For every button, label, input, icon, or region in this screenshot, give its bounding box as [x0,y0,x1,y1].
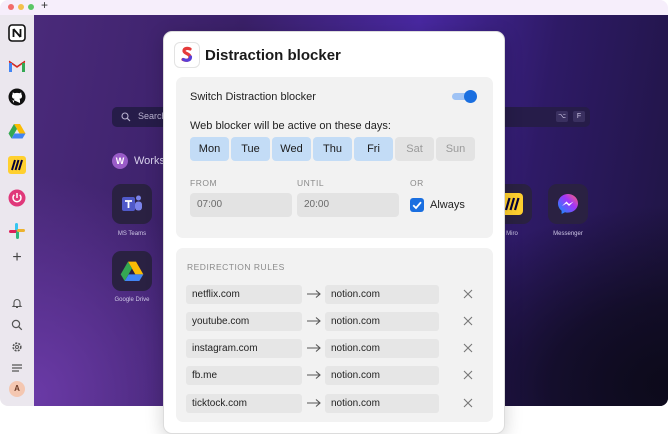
workspace-badge: W [112,153,128,169]
delete-rule-icon[interactable] [462,369,474,381]
day-toggle-tue[interactable]: Tue [231,137,270,161]
app-tile-messenger[interactable] [548,184,588,224]
always-label: Always [430,199,465,211]
rule-target-field[interactable]: notion.com [325,394,439,413]
until-label: UNTIL [297,178,325,188]
workspace-label: Works [134,155,165,167]
app-tile-teams[interactable] [112,184,152,224]
blocker-toggle[interactable] [452,90,477,103]
bell-icon[interactable] [10,296,24,310]
arrow-right-icon [307,344,321,352]
app-label-teams: MS Teams [117,231,147,237]
day-toggle-wed[interactable]: Wed [272,137,311,161]
day-toggle-sun[interactable]: Sun [436,137,475,161]
arrow-right-icon [307,371,321,379]
days-label: Web blocker will be active on these days… [190,120,391,132]
delete-rule-icon[interactable] [462,315,474,327]
distraction-blocker-dialog: Distraction blocker Switch Distraction b… [163,31,505,434]
dialog-title: Distraction blocker [205,47,341,64]
from-time-field[interactable]: 07:00 [190,193,292,217]
minimize-window-button[interactable] [18,4,24,10]
new-tab-button[interactable]: + [41,0,48,12]
sidebar: + A [0,15,34,406]
gmail-icon[interactable] [7,56,27,76]
google-drive-icon[interactable] [7,121,27,141]
arrow-right-icon [307,399,321,407]
google-drive-icon [120,261,144,281]
app-label-messenger: Messenger [553,231,583,237]
rule-source-field[interactable]: instagram.com [186,339,302,358]
rule-source-field[interactable]: netflix.com [186,285,302,304]
close-window-button[interactable] [8,4,14,10]
search-icon [121,112,131,122]
avatar[interactable]: A [9,381,25,397]
miro-icon[interactable] [7,155,27,175]
rule-source-field[interactable]: ticktock.com [186,394,302,413]
day-toggle-thu[interactable]: Thu [313,137,352,161]
day-toggle-fri[interactable]: Fri [354,137,393,161]
title-bar: + [0,0,668,15]
settings-icon[interactable] [10,340,24,354]
list-icon[interactable] [10,361,24,375]
app-tile-google-drive[interactable] [112,251,152,291]
until-time-field[interactable]: 20:00 [297,193,399,217]
checkmark-icon [412,201,422,210]
rule-target-field[interactable]: notion.com [325,339,439,358]
or-label: OR [410,178,424,188]
rules-header: REDIRECTION RULES [187,262,285,272]
app-logo [174,42,200,68]
rule-target-field[interactable]: notion.com [325,366,439,385]
rule-target-field[interactable]: notion.com [325,312,439,331]
always-checkbox[interactable] [410,198,424,212]
day-toggle-sat[interactable]: Sat [395,137,434,161]
plus-icon[interactable]: + [10,249,24,266]
day-toggle-mon[interactable]: Mon [190,137,229,161]
delete-rule-icon[interactable] [462,342,474,354]
rule-target-field[interactable]: notion.com [325,285,439,304]
schedule-panel: Switch Distraction blocker Web blocker w… [176,77,493,238]
power-icon[interactable] [7,188,27,208]
delete-rule-icon[interactable] [462,288,474,300]
maximize-window-button[interactable] [28,4,34,10]
arrow-right-icon [307,290,321,298]
redirection-rules-panel: REDIRECTION RULES netflix.com notion.com… [176,248,493,422]
github-icon[interactable] [7,87,27,107]
shortcut-key-f: F [573,111,585,122]
rule-source-field[interactable]: youtube.com [186,312,302,331]
shortcut-key-option: ⌥ [556,111,568,122]
rule-source-field[interactable]: fb.me [186,366,302,385]
app-label-google-drive: Google Drive [114,297,150,303]
search-icon[interactable] [10,318,24,332]
teams-icon [122,195,142,211]
toggle-knob [464,90,477,103]
delete-rule-icon[interactable] [462,397,474,409]
slack-icon[interactable] [7,221,27,241]
from-label: FROM [190,178,218,188]
arrow-right-icon [307,317,321,325]
notion-icon[interactable] [7,23,27,43]
messenger-icon [558,194,578,214]
switch-label: Switch Distraction blocker [190,91,316,103]
